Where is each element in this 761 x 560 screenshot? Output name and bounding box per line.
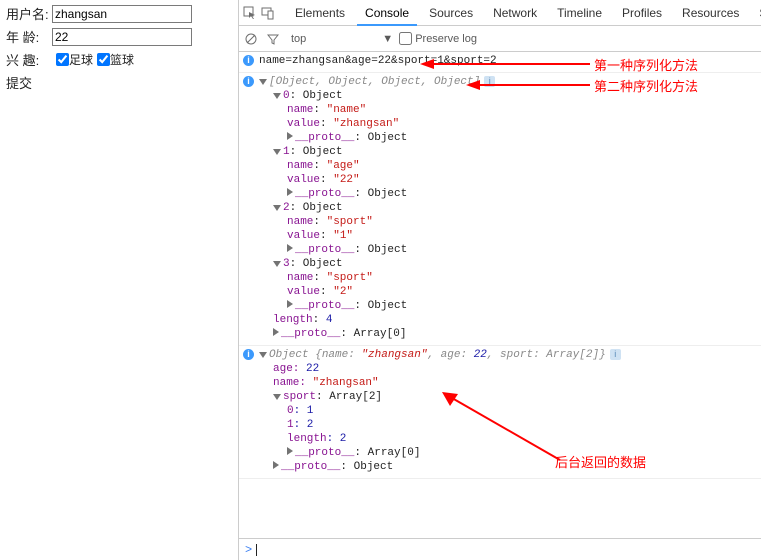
expand-icon[interactable] bbox=[273, 261, 281, 267]
console-output: i name=zhangsan&age=22&sport=1&sport=2 i… bbox=[239, 52, 761, 538]
preserve-log-label: Preserve log bbox=[415, 33, 477, 45]
hobby-row: 兴 趣: 足球 篮球 bbox=[6, 50, 232, 69]
tab-resources[interactable]: Resources bbox=[674, 0, 747, 26]
console-msg-1: i name=zhangsan&age=22&sport=1&sport=2 bbox=[239, 52, 761, 73]
expand-icon[interactable] bbox=[273, 461, 279, 469]
expand-icon[interactable] bbox=[273, 93, 281, 99]
filter-icon[interactable] bbox=[265, 33, 281, 45]
info-icon: i bbox=[243, 54, 254, 68]
preserve-log-checkbox[interactable] bbox=[399, 32, 412, 45]
expand-icon[interactable] bbox=[287, 244, 293, 252]
info-icon: i bbox=[243, 348, 254, 362]
device-icon[interactable] bbox=[261, 6, 275, 20]
basketball-label: 篮球 bbox=[110, 51, 134, 68]
age-input[interactable] bbox=[52, 28, 192, 46]
info-icon: i bbox=[243, 75, 254, 89]
console-msg-3: i Object {name: "zhangsan", age: 22, spo… bbox=[239, 346, 761, 479]
expand-icon[interactable] bbox=[259, 79, 267, 85]
array-header[interactable]: [Object, Object, Object, Object]i bbox=[259, 75, 761, 89]
inspect-icon[interactable] bbox=[243, 6, 257, 20]
serialized-string[interactable]: name=zhangsan&age=22&sport=1&sport=2 bbox=[259, 54, 761, 68]
preserve-log[interactable]: Preserve log bbox=[399, 32, 477, 45]
username-label: 用户名: bbox=[6, 4, 52, 23]
football-label: 足球 bbox=[69, 51, 93, 68]
cursor-icon bbox=[256, 544, 257, 556]
username-input[interactable] bbox=[52, 5, 192, 23]
tab-network[interactable]: Network bbox=[485, 0, 545, 26]
expand-icon[interactable] bbox=[287, 300, 293, 308]
expand-icon[interactable] bbox=[287, 132, 293, 140]
tab-sources[interactable]: Sources bbox=[421, 0, 481, 26]
hint-icon[interactable]: i bbox=[484, 76, 495, 87]
expand-icon[interactable] bbox=[273, 328, 279, 336]
football-checkbox[interactable] bbox=[56, 53, 69, 66]
tab-security[interactable]: Sec bbox=[751, 0, 761, 26]
console-msg-2: i [Object, Object, Object, Object]i 0: O… bbox=[239, 73, 761, 346]
console-prompt[interactable]: > bbox=[239, 538, 761, 560]
age-label: 年 龄: bbox=[6, 27, 52, 46]
expand-icon[interactable] bbox=[273, 394, 281, 400]
console-filterbar: top ▼ Preserve log bbox=[239, 26, 761, 52]
username-row: 用户名: bbox=[6, 4, 232, 23]
form-panel: 用户名: 年 龄: 兴 趣: 足球 篮球 提交 bbox=[0, 0, 238, 96]
hint-icon[interactable]: i bbox=[610, 349, 621, 360]
expand-icon[interactable] bbox=[273, 205, 281, 211]
hobby-label: 兴 趣: bbox=[6, 50, 52, 69]
clear-icon[interactable] bbox=[243, 33, 259, 45]
devtools-panel: Elements Console Sources Network Timelin… bbox=[238, 0, 761, 560]
context-selector[interactable]: top bbox=[291, 33, 306, 45]
expand-icon[interactable] bbox=[273, 149, 281, 155]
submit-text[interactable]: 提交 bbox=[6, 73, 232, 92]
age-row: 年 龄: bbox=[6, 27, 232, 46]
tab-timeline[interactable]: Timeline bbox=[549, 0, 610, 26]
tab-elements[interactable]: Elements bbox=[287, 0, 353, 26]
level-dropdown-icon[interactable]: ▼ bbox=[382, 33, 393, 45]
expand-icon[interactable] bbox=[259, 352, 267, 358]
devtools-tabbar: Elements Console Sources Network Timelin… bbox=[239, 0, 761, 26]
expand-icon[interactable] bbox=[287, 188, 293, 196]
tab-profiles[interactable]: Profiles bbox=[614, 0, 670, 26]
tab-console[interactable]: Console bbox=[357, 0, 417, 26]
object-header[interactable]: Object {name: "zhangsan", age: 22, sport… bbox=[259, 348, 761, 362]
basketball-checkbox[interactable] bbox=[97, 53, 110, 66]
expand-icon[interactable] bbox=[287, 447, 293, 455]
